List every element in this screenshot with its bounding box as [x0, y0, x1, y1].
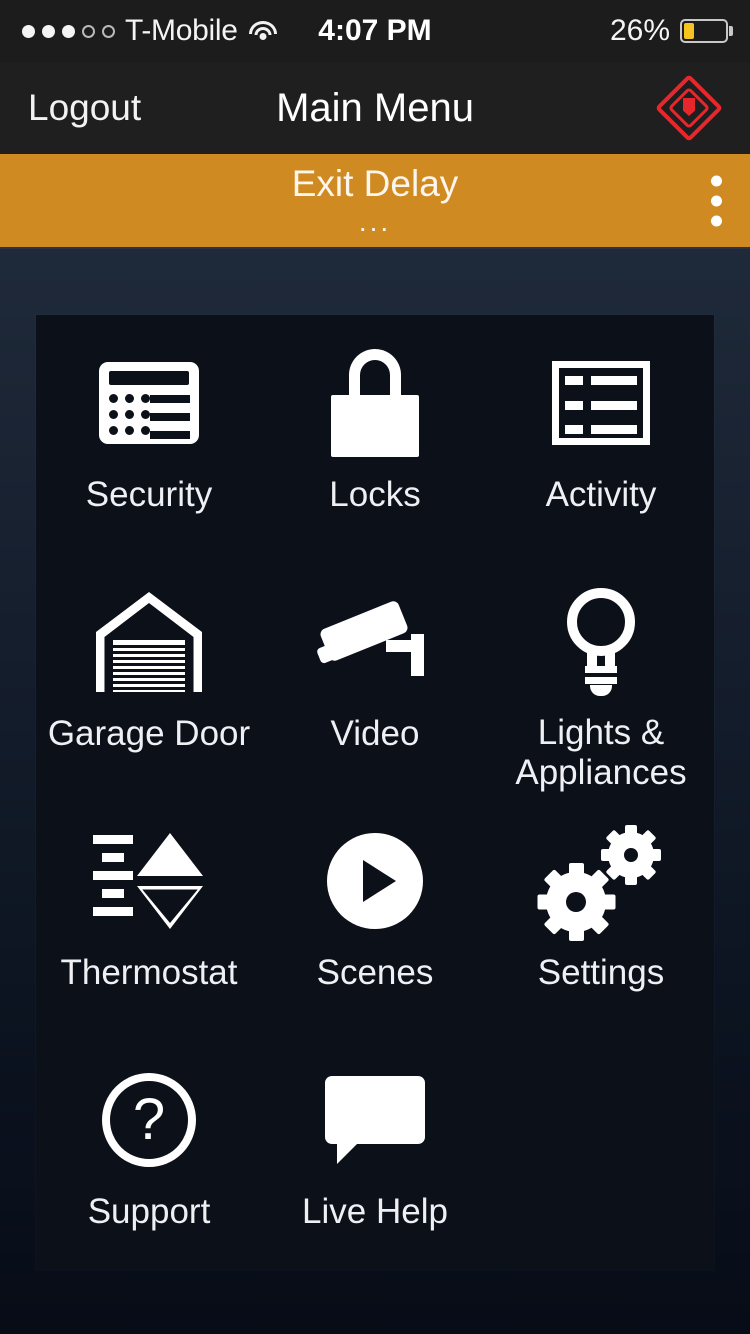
battery-icon [680, 19, 733, 43]
lightbulb-icon [563, 582, 639, 701]
menu-item-label: Settings [537, 953, 665, 992]
gears-icon [537, 821, 661, 941]
kebab-menu-icon[interactable] [703, 167, 730, 234]
battery-percent-label: 26% [609, 14, 670, 47]
menu-item-label: Support [87, 1192, 211, 1231]
status-bar: T-Mobile 4:07 PM 26% [0, 0, 750, 62]
list-icon [552, 343, 650, 463]
clock-label: 4:07 PM [318, 14, 432, 47]
app-screen: T-Mobile 4:07 PM 26% Logout Main Menu Ex… [0, 0, 750, 1334]
menu-item-label: Activity [545, 475, 657, 514]
main-menu-panel: Security Locks Activity Garage Door Vide… [36, 315, 714, 1270]
security-camera-icon [315, 582, 430, 702]
question-circle-icon: ? [102, 1060, 196, 1180]
menu-item-support[interactable]: ? Support [36, 1032, 262, 1271]
signal-strength-icon [22, 24, 115, 38]
menu-item-label: Thermostat [60, 953, 238, 992]
status-banner-title: Exit Delay [291, 163, 459, 205]
menu-item-live-help[interactable]: Live Help [262, 1032, 488, 1271]
status-banner-subtitle: ... [358, 205, 392, 237]
menu-item-thermostat[interactable]: Thermostat [36, 793, 262, 1032]
menu-item-scenes[interactable]: Scenes [262, 793, 488, 1032]
chat-bubble-icon [325, 1060, 425, 1180]
garage-door-icon [96, 582, 202, 702]
nav-bar: Logout Main Menu [0, 62, 750, 154]
logout-button[interactable]: Logout [28, 87, 141, 129]
menu-item-label: Scenes [316, 953, 434, 992]
thermostat-icon [93, 821, 205, 941]
menu-item-label: Video [330, 714, 420, 753]
menu-item-label: Live Help [302, 1192, 448, 1231]
menu-item-security[interactable]: Security [36, 315, 262, 554]
keypad-icon [99, 343, 199, 463]
play-circle-icon [327, 821, 423, 941]
status-bar-left: T-Mobile [22, 14, 278, 48]
menu-item-settings[interactable]: Settings [488, 793, 714, 1032]
panic-alarm-icon[interactable] [655, 74, 723, 142]
padlock-icon [327, 343, 423, 463]
menu-item-label: Garage Door [47, 714, 251, 753]
menu-item-garage-door[interactable]: Garage Door [36, 554, 262, 793]
menu-grid: Security Locks Activity Garage Door Vide… [36, 315, 714, 1271]
wifi-icon [248, 20, 278, 42]
menu-item-label: Lights & Appliances [515, 712, 687, 792]
menu-item-label: Security [85, 475, 213, 514]
carrier-label: T-Mobile [125, 14, 238, 47]
status-bar-right: 26% [609, 14, 733, 48]
menu-item-locks[interactable]: Locks [262, 315, 488, 554]
menu-item-video[interactable]: Video [262, 554, 488, 793]
status-banner[interactable]: Exit Delay ... [0, 154, 750, 249]
menu-item-lights-appliances[interactable]: Lights & Appliances [488, 554, 714, 793]
menu-item-activity[interactable]: Activity [488, 315, 714, 554]
menu-item-label: Locks [329, 475, 421, 514]
menu-grid-empty-cell [488, 1032, 714, 1271]
